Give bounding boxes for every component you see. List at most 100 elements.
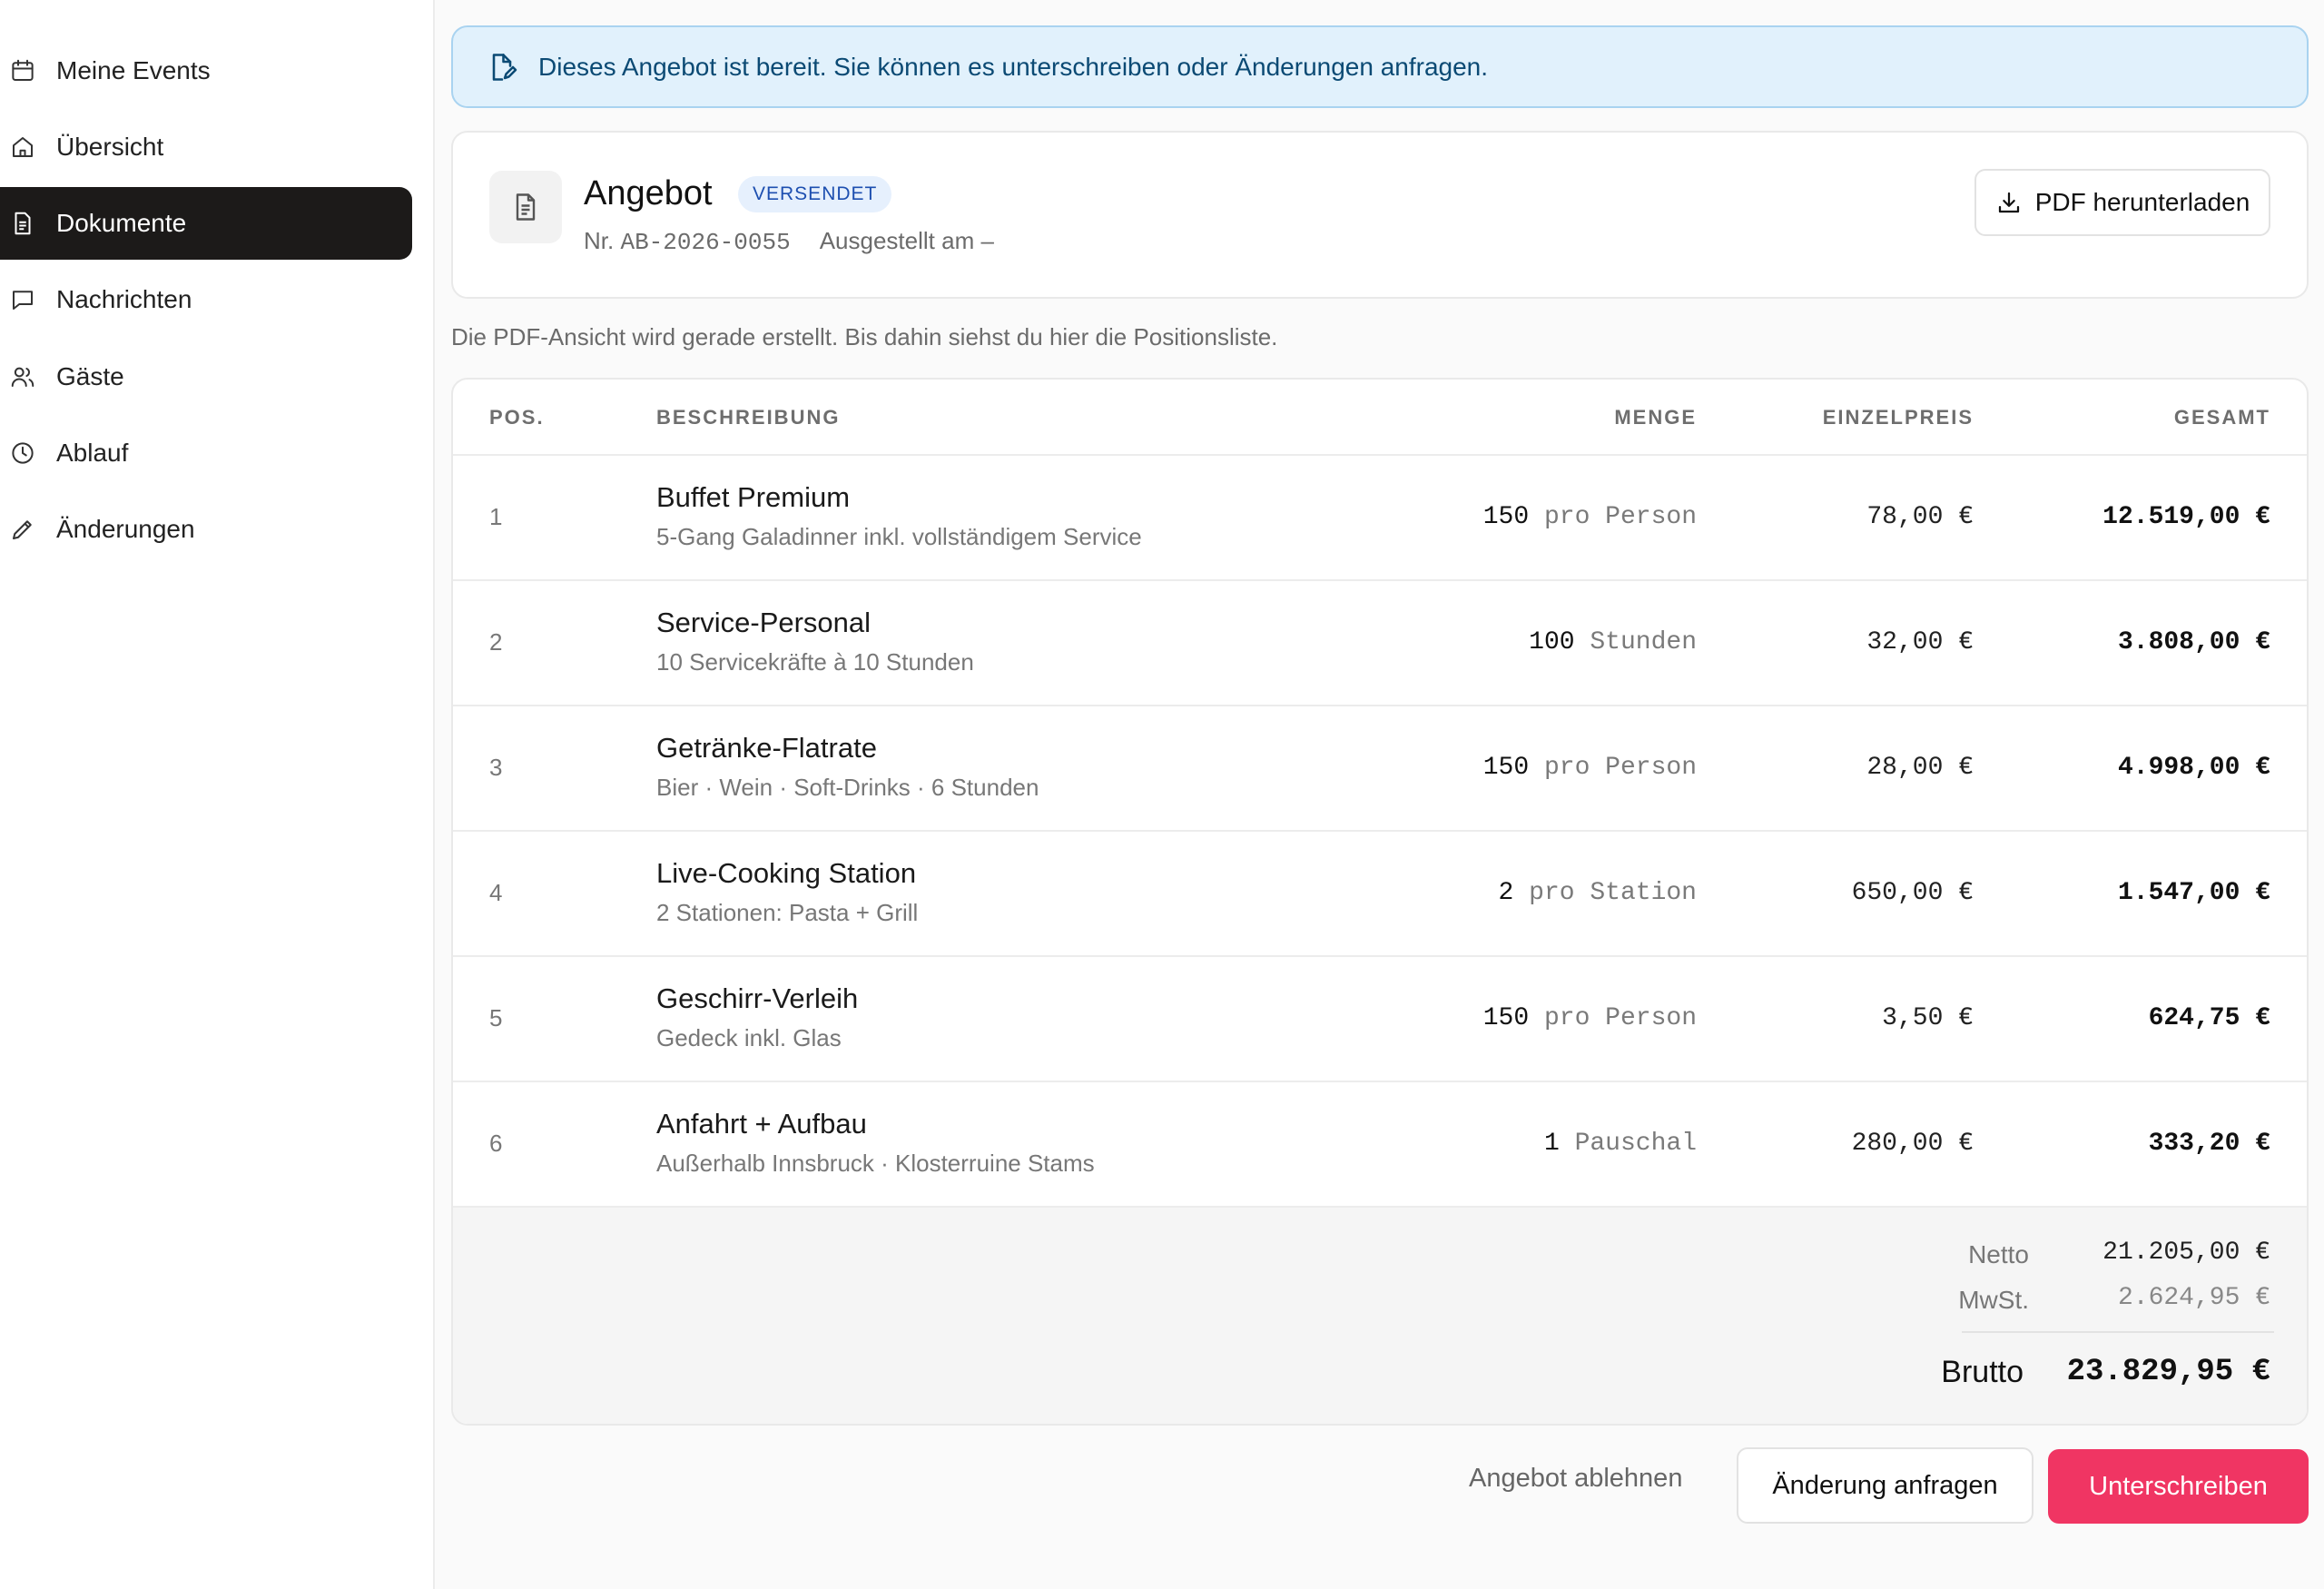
- pdf-download-label: PDF herunterladen: [2034, 188, 2250, 216]
- row-quantity-unit: Pauschal: [1574, 1130, 1697, 1158]
- row-quantity-value: 1: [1543, 1130, 1560, 1158]
- totals-section: Netto 21.205,00 € MwSt. 2.624,95 € Brutt…: [453, 1208, 2307, 1424]
- sidebar-item-label: Übersicht: [56, 133, 164, 161]
- row-pos: 6: [489, 1130, 503, 1157]
- row-pos: 3: [489, 754, 503, 781]
- document-number: Nr. AB-2026-0055: [584, 227, 791, 256]
- ready-alert: Dieses Angebot ist bereit. Sie können es…: [451, 25, 2309, 108]
- document-title: Angebot: [584, 174, 713, 212]
- row-unit-price: 280,00 €: [1851, 1130, 1974, 1158]
- row-subtitle: 10 Servicekräfte à 10 Stunden: [656, 648, 974, 676]
- row-quantity-unit: Stunden: [1590, 628, 1697, 656]
- row-unit-price: 3,50 €: [1882, 1004, 1974, 1032]
- document-number-prefix: Nr.: [584, 227, 615, 254]
- sidebar-item-label: Meine Events: [56, 56, 211, 84]
- row-title: Anfahrt + Aufbau: [656, 1108, 867, 1140]
- header-total: GESAMT: [2173, 406, 2270, 429]
- sidebar-item-label: Ablauf: [56, 439, 129, 467]
- row-pos: 2: [489, 628, 503, 656]
- row-total: 333,20 €: [2148, 1130, 2270, 1158]
- row-quantity: 150 pro Person: [1483, 503, 1697, 531]
- sidebar-item-label: Dokumente: [56, 209, 187, 237]
- row-title: Buffet Premium: [656, 481, 851, 513]
- row-quantity: 2 pro Station: [1499, 879, 1697, 907]
- sidebar-item-label: Nachrichten: [56, 285, 192, 313]
- brutto-value: 23.829,95 €: [2066, 1355, 2270, 1389]
- home-icon: [13, 137, 33, 157]
- row-total: 3.808,00 €: [2117, 628, 2270, 656]
- row-quantity: 100 Stunden: [1529, 628, 1697, 656]
- row-quantity-value: 150: [1482, 754, 1530, 782]
- row-quantity-unit: pro Person: [1543, 754, 1697, 782]
- brutto-label: Brutto: [1941, 1355, 2024, 1389]
- sidebar-item-aenderungen[interactable]: Änderungen: [0, 493, 412, 566]
- row-total: 12.519,00 €: [2102, 503, 2270, 531]
- table-row: 4 Live-Cooking Station 2 Stationen: Past…: [453, 832, 2307, 957]
- row-total: 624,75 €: [2148, 1004, 2270, 1032]
- row-unit-price: 78,00 €: [1866, 503, 1974, 531]
- clock-icon: [12, 442, 34, 464]
- row-total: 4.998,00 €: [2117, 754, 2270, 782]
- row-subtitle: Bier · Wein · Soft-Drinks · 6 Stunden: [656, 774, 1039, 801]
- header-quantity: MENGE: [1614, 406, 1697, 429]
- sidebar-item-dokumente[interactable]: Dokumente: [0, 187, 412, 260]
- sidebar-item-uebersicht[interactable]: Übersicht: [0, 111, 412, 183]
- table-row: 3 Getränke-Flatrate Bier · Wein · Soft-D…: [453, 706, 2307, 832]
- edit-document-icon: [492, 53, 517, 81]
- table-row: 1 Buffet Premium 5-Gang Galadinner inkl.…: [453, 456, 2307, 581]
- calendar-icon: [12, 59, 34, 81]
- document-icon: [516, 193, 536, 221]
- row-unit-price: 650,00 €: [1851, 879, 1974, 907]
- pencil-icon: [13, 520, 32, 539]
- sidebar-item-nachrichten[interactable]: Nachrichten: [0, 263, 412, 336]
- row-subtitle: 5-Gang Galadinner inkl. vollständigem Se…: [656, 523, 1142, 550]
- sidebar-item-meine-events[interactable]: Meine Events: [0, 35, 412, 107]
- row-pos: 1: [489, 503, 503, 530]
- row-quantity: 150 pro Person: [1483, 754, 1697, 782]
- request-change-button[interactable]: Änderung anfragen: [1737, 1447, 2034, 1524]
- row-quantity: 150 pro Person: [1483, 1004, 1697, 1032]
- sidebar-item-label: Gäste: [56, 362, 124, 390]
- row-quantity-value: 150: [1482, 503, 1530, 531]
- alert-text: Dieses Angebot ist bereit. Sie können es…: [538, 52, 1489, 81]
- row-title: Live-Cooking Station: [656, 857, 917, 889]
- table-row: 5 Geschirr-Verleih Gedeck inkl. Glas 150…: [453, 957, 2307, 1082]
- pdf-info-text: Die PDF-Ansicht wird gerade erstellt. Bi…: [451, 323, 1278, 350]
- row-subtitle: Außerhalb Innsbruck · Klosterruine Stams: [656, 1150, 1095, 1177]
- netto-label: Netto: [1968, 1240, 2029, 1268]
- reject-offer-button[interactable]: Angebot ablehnen: [1469, 1464, 1682, 1494]
- row-quantity-unit: pro Person: [1543, 1004, 1697, 1032]
- row-quantity-value: 150: [1482, 1004, 1530, 1032]
- totals-divider: [1962, 1331, 2274, 1333]
- row-unit-price: 32,00 €: [1866, 628, 1974, 656]
- netto-value: 21.205,00 €: [2102, 1239, 2270, 1267]
- table-row: 6 Anfahrt + Aufbau Außerhalb Innsbruck ·…: [453, 1082, 2307, 1208]
- row-subtitle: 2 Stationen: Pasta + Grill: [656, 899, 919, 926]
- sidebar: Meine Events Übersicht Dokumente Nachric…: [0, 0, 435, 1589]
- pdf-download-button[interactable]: PDF herunterladen: [1974, 169, 2270, 236]
- row-title: Service-Personal: [656, 607, 872, 638]
- header-pos: POS.: [489, 406, 545, 429]
- document-number-value: AB-2026-0055: [620, 229, 791, 256]
- row-quantity-unit: pro Station: [1529, 879, 1697, 907]
- document-meta: Nr. AB-2026-0055 Ausgestellt am –: [584, 227, 994, 256]
- mwst-value: 2.624,95 €: [2117, 1284, 2270, 1312]
- sign-button[interactable]: Unterschreiben: [2048, 1449, 2309, 1524]
- chat-icon: [13, 291, 33, 310]
- sidebar-item-label: Änderungen: [56, 515, 195, 543]
- row-quantity-unit: pro Person: [1543, 503, 1697, 531]
- row-title: Getränke-Flatrate: [656, 732, 877, 764]
- table-header: POS. BESCHREIBUNG MENGE EINZELPREIS GESA…: [453, 380, 2307, 456]
- row-pos: 4: [489, 879, 503, 906]
- sidebar-item-ablauf[interactable]: Ablauf: [0, 417, 412, 489]
- table-row: 2 Service-Personal 10 Servicekräfte à 10…: [453, 581, 2307, 706]
- row-quantity-value: 100: [1529, 628, 1575, 656]
- document-icon: [15, 212, 31, 235]
- header-unit-price: EINZELPREIS: [1822, 406, 1974, 429]
- row-unit-price: 28,00 €: [1866, 754, 1974, 782]
- download-icon: [1998, 192, 2019, 213]
- sidebar-item-gaeste[interactable]: Gäste: [0, 340, 412, 413]
- row-quantity: 1 Pauschal: [1544, 1130, 1697, 1158]
- row-total: 1.547,00 €: [2117, 879, 2270, 907]
- users-icon: [11, 367, 34, 387]
